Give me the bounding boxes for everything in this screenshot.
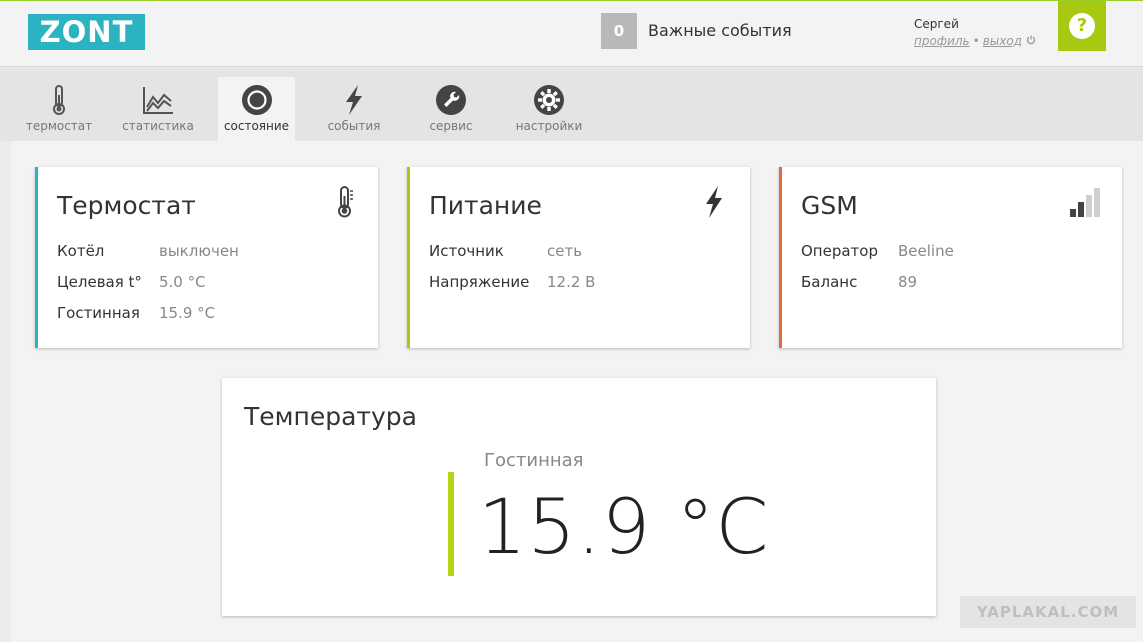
watermark: YAPLAKAL.COM (960, 596, 1136, 628)
row-value: 5.0 °C (159, 273, 206, 291)
row-label: Напряжение (429, 273, 530, 291)
profile-link[interactable]: профиль (914, 34, 970, 48)
gear-icon (532, 83, 566, 117)
sensor-name: Гостинная (484, 450, 584, 471)
status-content: Термостат Котёл выключен Целевая t° 5.0 … (11, 141, 1143, 642)
wrench-icon (434, 83, 468, 117)
user-links: профиль • выход (914, 34, 1036, 48)
card-accent-bar (779, 167, 782, 348)
temperature-accent-bar (448, 472, 454, 576)
power-icon[interactable] (1026, 34, 1036, 48)
status-circle-icon (240, 83, 274, 117)
tab-label: состояние (223, 119, 290, 133)
temperature-value: 15.9 °C (478, 482, 770, 571)
gsm-card: GSM Оператор Beeline Баланс 89 (779, 167, 1122, 348)
thermometer-icon (330, 185, 360, 219)
row-value: Beeline (898, 242, 954, 260)
tab-label: термостат (25, 119, 93, 133)
events-count-badge[interactable]: 0 (601, 13, 637, 49)
tab-service[interactable]: сервис (418, 77, 484, 141)
main-tabs: термостат статистика состояние события с… (0, 68, 1143, 141)
lightning-icon (337, 83, 371, 117)
tab-settings[interactable]: настройки (510, 77, 588, 141)
help-icon: ? (1069, 13, 1095, 39)
signal-strength-icon (1068, 185, 1102, 219)
temperature-card: Температура Гостинная 15.9 °C (222, 378, 936, 616)
card-title: Термостат (57, 191, 196, 220)
tab-thermostat[interactable]: термостат (20, 77, 98, 141)
chart-icon (141, 83, 175, 117)
tab-status[interactable]: состояние (218, 77, 295, 141)
user-name: Сергей (914, 17, 959, 31)
power-card: Питание Источник сеть Напряжение 12.2 В (407, 167, 750, 348)
zont-logo[interactable]: ZONT (28, 14, 145, 50)
row-value: сеть (547, 242, 583, 260)
important-events-link[interactable]: Важные события (648, 21, 792, 40)
row-label: Гостинная (57, 304, 140, 322)
row-label: Оператор (801, 242, 878, 260)
row-value: 89 (898, 273, 918, 291)
row-value: 15.9 °C (159, 304, 216, 322)
signal-bar (1094, 188, 1100, 217)
signal-bar (1086, 195, 1092, 217)
thermostat-card: Термостат Котёл выключен Целевая t° 5.0 … (35, 167, 378, 348)
help-button[interactable]: ? (1058, 1, 1106, 51)
card-title: GSM (801, 191, 858, 220)
tab-label: статистика (122, 119, 194, 133)
tab-label: события (327, 119, 381, 133)
row-value: выключен (159, 242, 239, 260)
tab-events[interactable]: события (318, 77, 390, 141)
row-label: Источник (429, 242, 504, 260)
card-title: Питание (429, 191, 542, 220)
separator-dot: • (972, 34, 980, 48)
header: ZONT 0 Важные события Сергей профиль • вых… (0, 0, 1143, 67)
tab-label: настройки (515, 119, 583, 133)
card-accent-bar (35, 167, 38, 348)
row-label: Баланс (801, 273, 858, 291)
row-value: 12.2 В (547, 273, 596, 291)
card-accent-bar (407, 167, 410, 348)
row-label: Целевая t° (57, 273, 142, 291)
lightning-icon (699, 185, 729, 219)
signal-bar (1078, 202, 1084, 217)
signal-bar (1070, 209, 1076, 217)
tab-label: сервис (429, 119, 473, 133)
tab-statistics[interactable]: статистика (118, 77, 198, 141)
logout-link[interactable]: выход (983, 34, 1022, 48)
card-title: Температура (244, 402, 417, 431)
row-label: Котёл (57, 242, 105, 260)
thermometer-icon (42, 83, 76, 117)
